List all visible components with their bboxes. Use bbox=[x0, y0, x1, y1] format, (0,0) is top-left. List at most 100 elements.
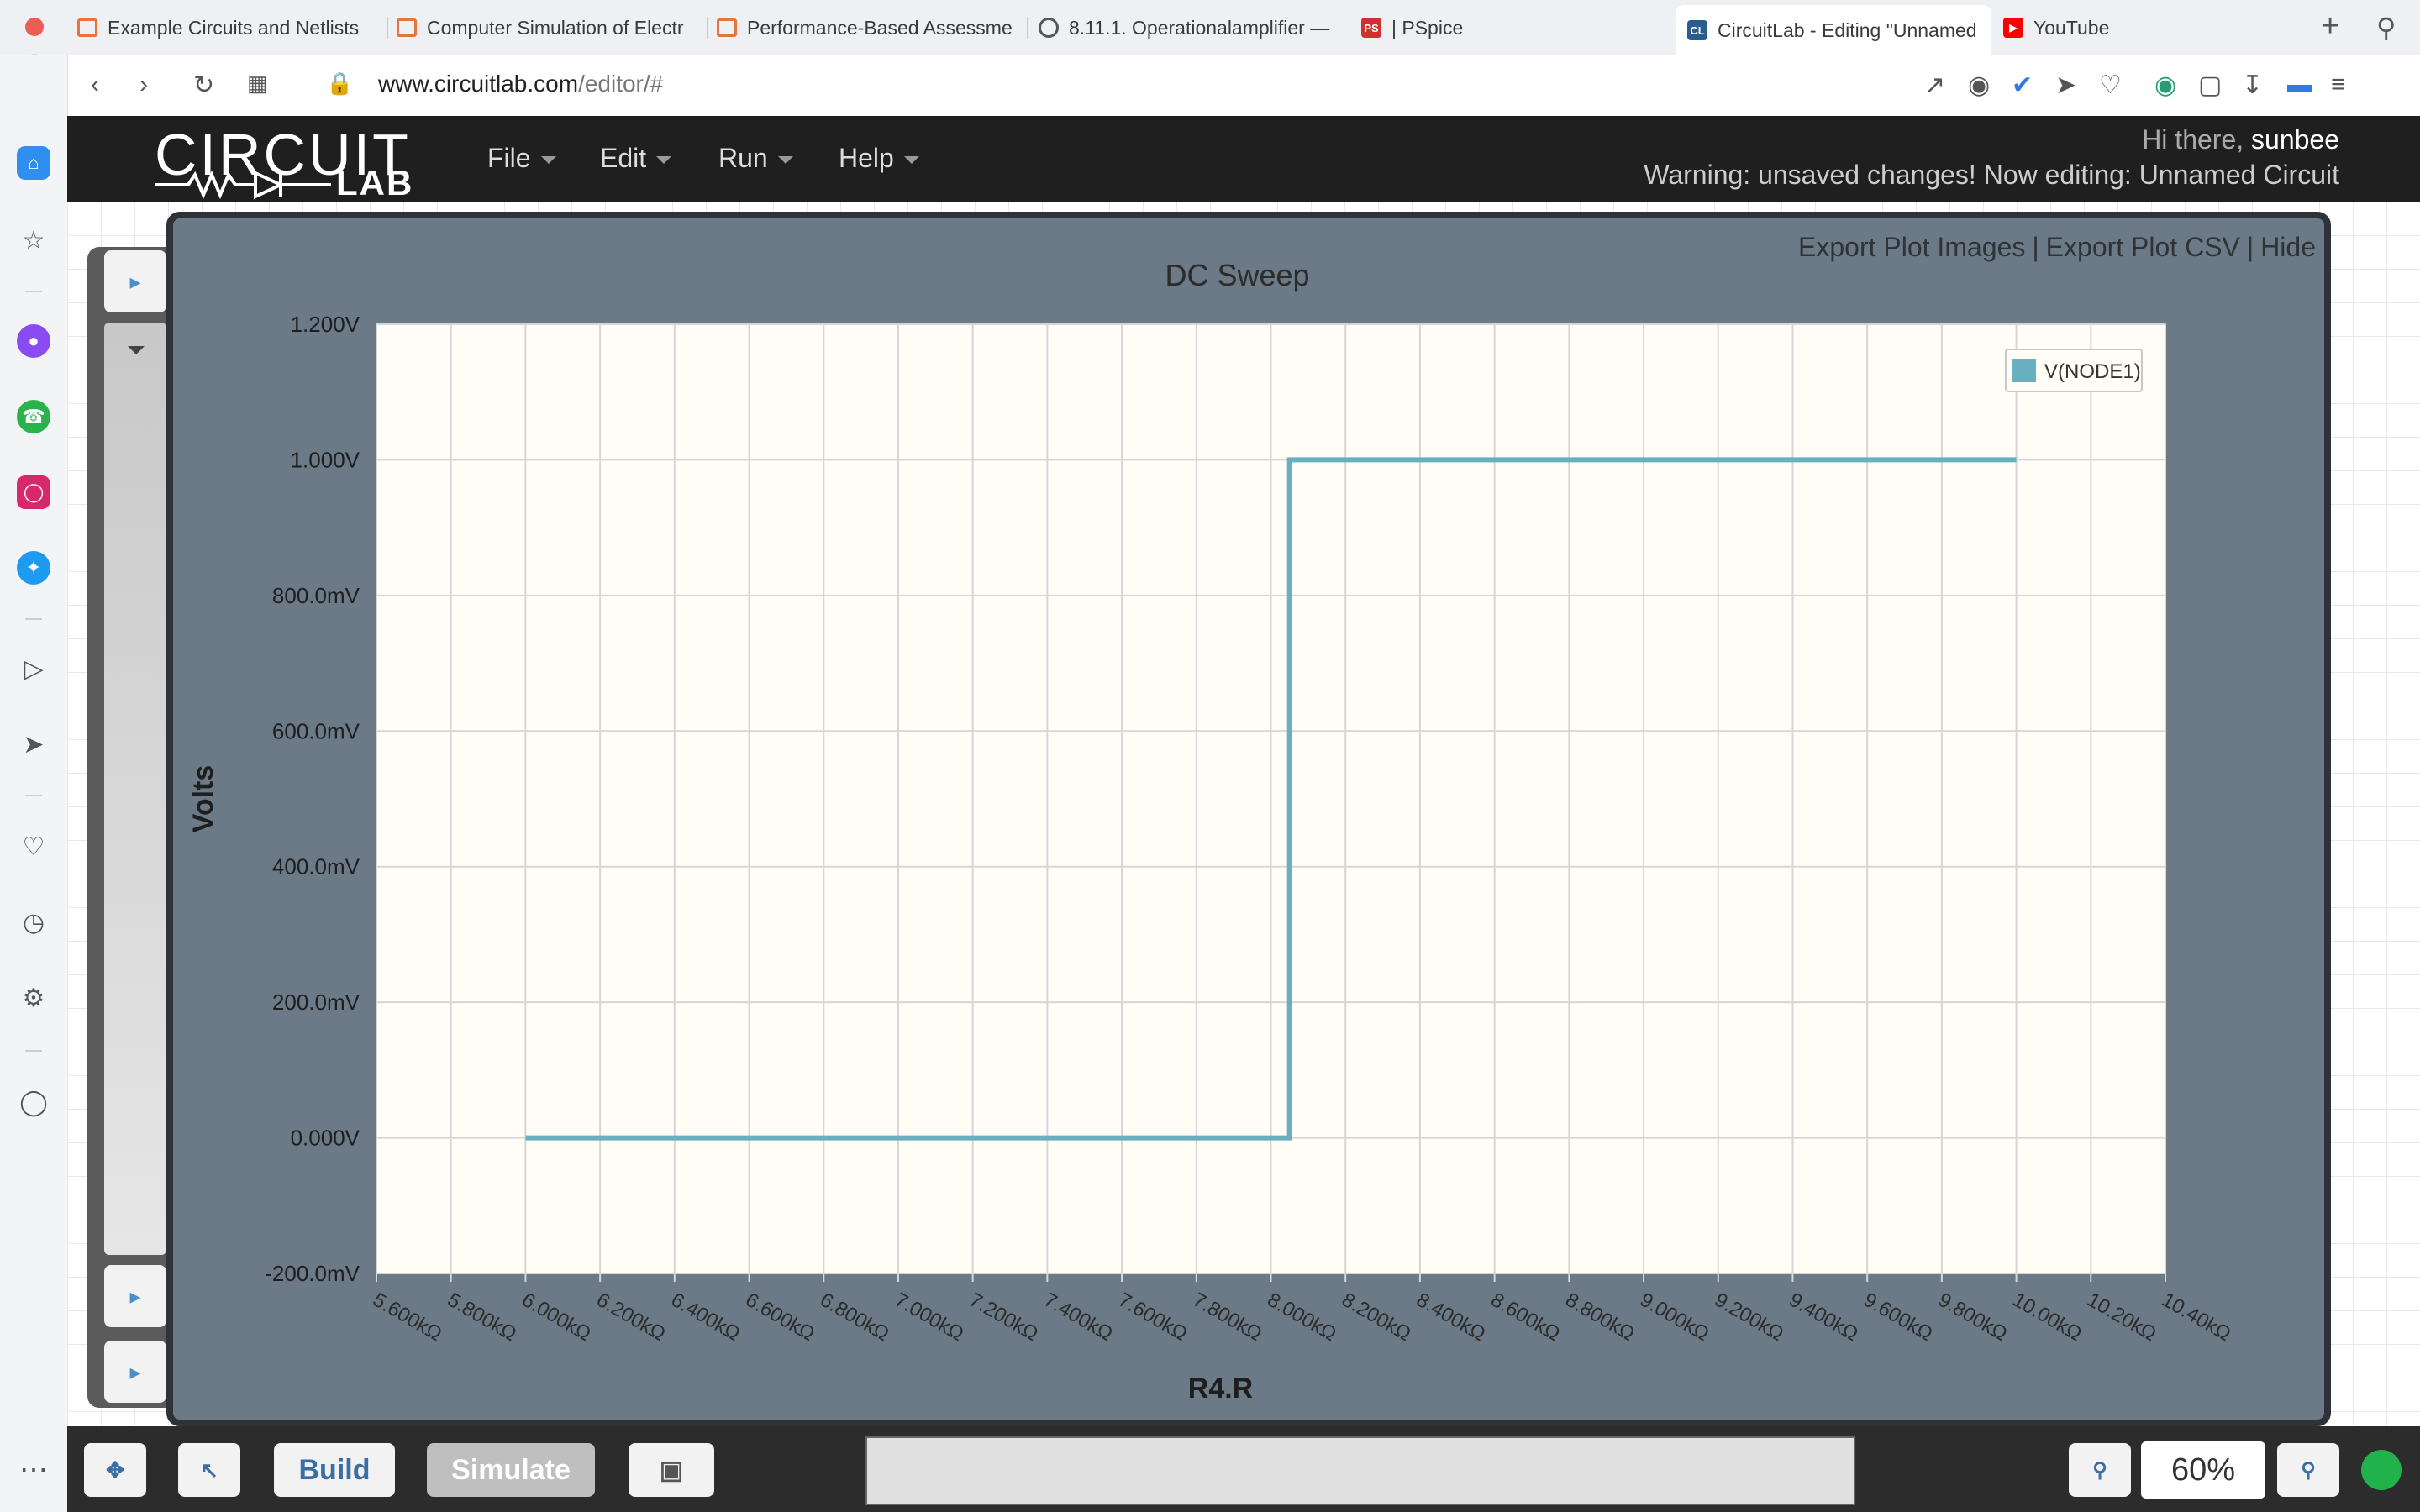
tab-example-circuits[interactable]: Example Circuits and Netlists bbox=[77, 10, 388, 45]
zoom-in-icon: ⚲ bbox=[2301, 1458, 2316, 1482]
x-tick-label: 6.400kΩ bbox=[667, 1289, 744, 1346]
zoom-out-button[interactable]: ⚲ bbox=[2069, 1443, 2131, 1497]
settings-icon[interactable]: ⚙ bbox=[17, 981, 50, 1015]
select-tool-button[interactable]: ↖ bbox=[178, 1443, 240, 1497]
messenger-icon[interactable]: ● bbox=[17, 324, 50, 358]
tab-search-icon[interactable]: ⚲ bbox=[2376, 12, 2396, 44]
whatsapp-icon[interactable]: ☎ bbox=[17, 400, 50, 433]
player-icon[interactable]: ▷ bbox=[17, 652, 50, 685]
simulate-button[interactable]: Simulate bbox=[427, 1443, 595, 1497]
move-tool-button[interactable]: ✥ bbox=[84, 1443, 146, 1497]
caret-down-icon bbox=[777, 156, 793, 165]
forward-icon[interactable]: › bbox=[139, 71, 148, 99]
sidebar-divider bbox=[25, 1050, 42, 1052]
y-axis-label: Volts bbox=[187, 765, 219, 833]
extension-badge-icon[interactable]: ◉ bbox=[2154, 71, 2176, 100]
youtube-icon: ▶ bbox=[2003, 18, 2023, 38]
sidebar-divider bbox=[25, 291, 42, 292]
menu-help[interactable]: Help bbox=[839, 143, 919, 174]
x-tick-label: 9.800kΩ bbox=[1934, 1289, 2011, 1346]
cube-icon[interactable]: ▢ bbox=[2198, 71, 2222, 100]
browser-tab-strip: Example Circuits and Netlists Computer S… bbox=[0, 0, 2420, 108]
export-plot-images-link[interactable]: Export Plot Images bbox=[1798, 232, 2025, 262]
globe-icon bbox=[1039, 18, 1059, 38]
url-field[interactable]: www.circuitlab.com/editor/# bbox=[378, 71, 663, 97]
chart-title: DC Sweep bbox=[1165, 260, 1309, 292]
caret-down-icon[interactable] bbox=[128, 346, 145, 354]
caret-down-icon bbox=[903, 156, 919, 165]
shield-icon[interactable]: ✔ bbox=[2012, 71, 2033, 100]
battery-icon[interactable]: ▬ bbox=[2287, 71, 2312, 99]
heart-icon[interactable]: ♡ bbox=[2099, 71, 2122, 100]
reload-icon[interactable]: ↻ bbox=[193, 71, 214, 100]
expand-panel-button[interactable]: ▸ bbox=[104, 250, 166, 312]
heart-icon[interactable]: ♡ bbox=[17, 830, 50, 864]
panel-toggle-button[interactable]: ▸ bbox=[104, 1341, 166, 1403]
logo-resistor-diode-icon bbox=[155, 170, 331, 200]
y-tick-label: 400.0mV bbox=[272, 854, 360, 879]
menu-run[interactable]: Run bbox=[718, 143, 793, 174]
plot-links: Export Plot Images | Export Plot CSV | Hide bbox=[1798, 232, 2316, 262]
x-tick-label: 5.600kΩ bbox=[369, 1289, 445, 1346]
legend-swatch bbox=[2012, 359, 2036, 382]
image-button[interactable]: ▣ bbox=[629, 1443, 714, 1497]
tab-pspice[interactable]: PS | PSpice bbox=[1361, 10, 1672, 45]
app-header: CIRCUIT LAB File Edit Run Help Hi there,… bbox=[67, 116, 2420, 202]
instagram-icon[interactable]: ◯ bbox=[17, 475, 50, 509]
move-icon: ✥ bbox=[106, 1457, 124, 1483]
more-icon[interactable]: ⋯ bbox=[17, 1453, 50, 1487]
tab-circuitlab[interactable]: CL CircuitLab - Editing "Unnamed bbox=[1676, 5, 1991, 55]
camera-icon[interactable]: ◉ bbox=[1968, 71, 1990, 100]
bulb-icon[interactable]: ◯ bbox=[17, 1085, 50, 1119]
menu-edit[interactable]: Edit bbox=[600, 143, 672, 174]
star-icon[interactable]: ☆ bbox=[17, 223, 50, 257]
zoom-in-button[interactable]: ⚲ bbox=[2277, 1443, 2339, 1497]
hide-plot-link[interactable]: Hide bbox=[2260, 232, 2316, 262]
zoom-level: 60% bbox=[2141, 1441, 2265, 1499]
x-tick-label: 8.600kΩ bbox=[1487, 1289, 1564, 1346]
tab-youtube[interactable]: ▶ YouTube bbox=[2003, 10, 2255, 45]
username-link[interactable]: sunbee bbox=[2251, 124, 2339, 155]
sidebar-divider bbox=[25, 795, 42, 796]
component-search-field[interactable] bbox=[865, 1436, 1855, 1505]
browser-sidebar: ⌂ ☆ ● ☎ ◯ ✦ ▷ ➤ ♡ ◷ ⚙ ◯ ⋯ bbox=[0, 55, 68, 1512]
chip-icon bbox=[397, 18, 417, 37]
send-icon[interactable]: ➤ bbox=[17, 727, 50, 761]
x-tick-label: 7.000kΩ bbox=[891, 1289, 967, 1346]
sidebar-divider bbox=[25, 618, 42, 620]
x-tick-label: 9.200kΩ bbox=[1711, 1289, 1787, 1346]
back-icon[interactable]: ‹ bbox=[91, 71, 99, 99]
y-tick-label: 200.0mV bbox=[272, 990, 360, 1015]
easy-setup-icon[interactable]: ≡ bbox=[2331, 71, 2346, 99]
status-indicator bbox=[2361, 1450, 2402, 1490]
download-icon[interactable]: ↧ bbox=[2242, 71, 2263, 100]
tab-grid-icon[interactable]: ▦ bbox=[247, 71, 268, 97]
home-icon[interactable]: ⌂ bbox=[17, 146, 50, 180]
tab-operational-amplifier[interactable]: 8.11.1. Operationalamplifier — bbox=[1039, 10, 1349, 45]
new-tab-plus-icon[interactable]: + bbox=[2321, 8, 2339, 45]
x-tick-label: 6.200kΩ bbox=[592, 1289, 669, 1346]
export-plot-csv-link[interactable]: Export Plot CSV bbox=[2046, 232, 2240, 262]
tab-computer-simulation[interactable]: Computer Simulation of Electr bbox=[397, 10, 708, 45]
history-icon[interactable]: ◷ bbox=[17, 906, 50, 939]
panel-toggle-button[interactable]: ▸ bbox=[104, 1265, 166, 1327]
menu-file[interactable]: File bbox=[487, 143, 556, 174]
tab-performance-assessment[interactable]: Performance-Based Assessme bbox=[717, 10, 1028, 45]
lock-icon: 🔒 bbox=[326, 71, 354, 96]
y-tick-label: 0.000V bbox=[291, 1126, 360, 1151]
x-tick-label: 10.40kΩ bbox=[2158, 1289, 2234, 1346]
caret-down-icon bbox=[656, 156, 672, 165]
x-tick-label: 8.400kΩ bbox=[1413, 1289, 1489, 1346]
pointer-icon: ↖ bbox=[200, 1457, 218, 1483]
parts-list-scroll[interactable] bbox=[104, 323, 166, 1255]
twitter-icon[interactable]: ✦ bbox=[17, 551, 50, 585]
x-axis-label: R4.R bbox=[1188, 1373, 1253, 1404]
build-button[interactable]: Build bbox=[274, 1443, 395, 1497]
unsaved-warning: Warning: unsaved changes! Now editing: U… bbox=[1644, 160, 2339, 190]
close-window-icon[interactable] bbox=[25, 18, 44, 36]
x-tick-label: 8.000kΩ bbox=[1264, 1289, 1340, 1346]
x-tick-label: 7.600kΩ bbox=[1114, 1289, 1191, 1346]
send-arrow-icon[interactable]: ➤ bbox=[2055, 71, 2076, 100]
y-tick-label: 600.0mV bbox=[272, 718, 360, 743]
share-icon[interactable]: ↗ bbox=[1924, 71, 1945, 100]
